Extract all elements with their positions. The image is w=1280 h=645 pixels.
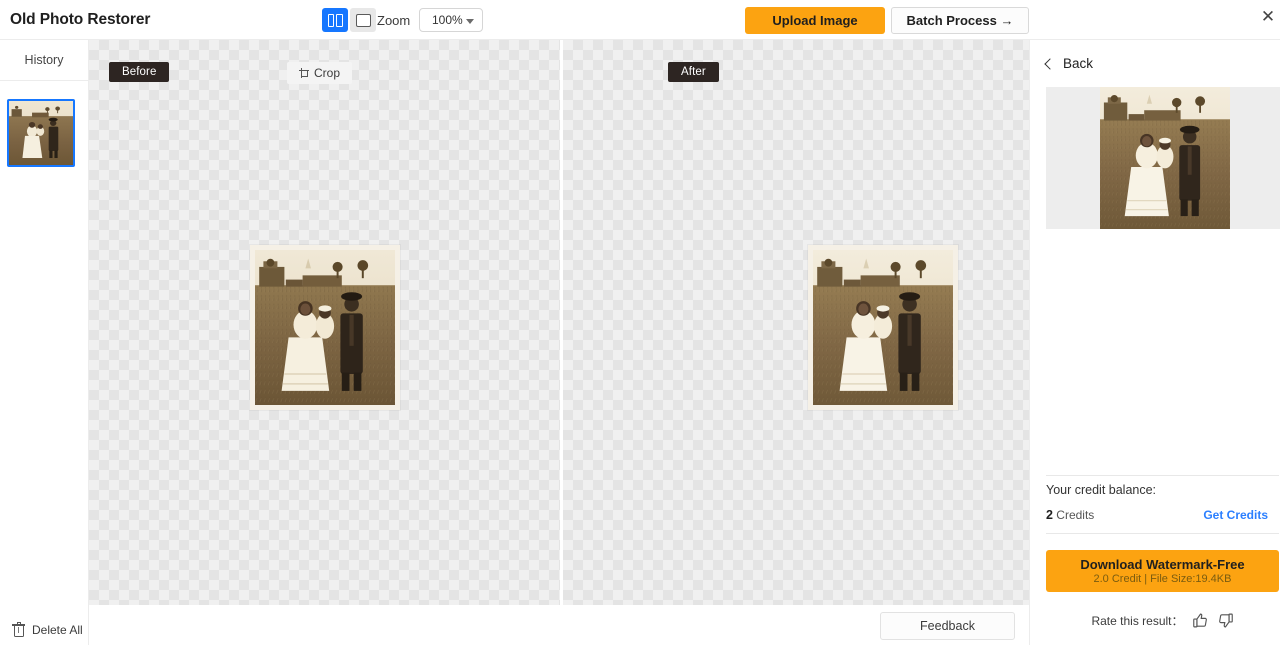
preview-photo-image [1100, 87, 1230, 229]
credit-amount: 2 [1046, 508, 1053, 522]
zoom-label: Zoom [377, 13, 411, 28]
after-pane[interactable]: After [563, 40, 1029, 605]
single-view-button[interactable] [350, 8, 376, 32]
single-view-icon [355, 13, 371, 27]
download-watermark-free-button[interactable]: Download Watermark-Free 2.0 Credit | Fil… [1046, 550, 1279, 592]
panel-divider-bottom [1046, 533, 1279, 534]
batch-process-button[interactable]: Batch Process → [891, 7, 1029, 34]
app-title: Old Photo Restorer [10, 11, 151, 28]
credit-balance-value: 2 Credits [1046, 508, 1094, 522]
history-thumbnail-item[interactable] [7, 99, 75, 167]
result-panel: Back Your credit balance: 2 Credits Get … [1029, 40, 1280, 645]
after-label: After [668, 62, 719, 82]
top-toolbar: Old Photo Restorer Zoom 100% Upload Imag… [0, 0, 1280, 40]
split-view-button[interactable] [322, 8, 348, 32]
chevron-left-icon [1044, 57, 1056, 70]
before-photo-image [255, 250, 395, 405]
get-credits-link[interactable]: Get Credits [1203, 508, 1268, 522]
delete-all-label: Delete All [32, 623, 83, 637]
after-photo [808, 245, 958, 410]
history-sidebar: History Delete All [0, 40, 89, 645]
feedback-button[interactable]: Feedback [880, 612, 1015, 640]
thumbs-down-icon[interactable] [1217, 612, 1234, 629]
back-button[interactable]: Back [1044, 56, 1094, 71]
thumbs-up-icon[interactable] [1192, 612, 1209, 629]
before-photo [250, 245, 400, 410]
rate-label: Rate this result： [1091, 614, 1184, 628]
upload-image-button[interactable]: Upload Image [745, 7, 885, 34]
trash-icon [12, 622, 25, 637]
delete-all-button[interactable]: Delete All [12, 622, 83, 637]
before-pane[interactable]: Before Crop [89, 40, 560, 605]
panel-divider-top [1046, 475, 1279, 476]
sidebar-header: History [0, 40, 88, 81]
credit-balance-label: Your credit balance: [1046, 483, 1157, 497]
split-view-icon [327, 13, 343, 27]
crop-button[interactable]: Crop [287, 62, 353, 84]
comparison-canvas: Before Crop After [89, 40, 1029, 605]
crop-label: Crop [314, 66, 341, 80]
before-label: Before [109, 62, 170, 82]
bottom-bar: Feedback [89, 605, 1029, 645]
download-label: Download Watermark-Free [1080, 557, 1245, 572]
credit-unit: Credits [1056, 508, 1095, 522]
thumbnail-photo [9, 101, 73, 165]
chevron-down-icon [466, 19, 474, 24]
after-photo-image [813, 250, 953, 405]
result-preview [1046, 87, 1280, 229]
download-sublabel: 2.0 Credit | File Size:19.4KB [1093, 573, 1232, 585]
zoom-value: 100% [432, 13, 463, 27]
close-icon[interactable]: ✕ [1258, 6, 1278, 26]
back-label: Back [1063, 56, 1094, 71]
crop-icon [299, 68, 309, 78]
view-mode-toggle [322, 8, 376, 32]
rate-result-row: Rate this result： [1046, 612, 1279, 629]
zoom-select[interactable]: 100% [419, 8, 483, 32]
